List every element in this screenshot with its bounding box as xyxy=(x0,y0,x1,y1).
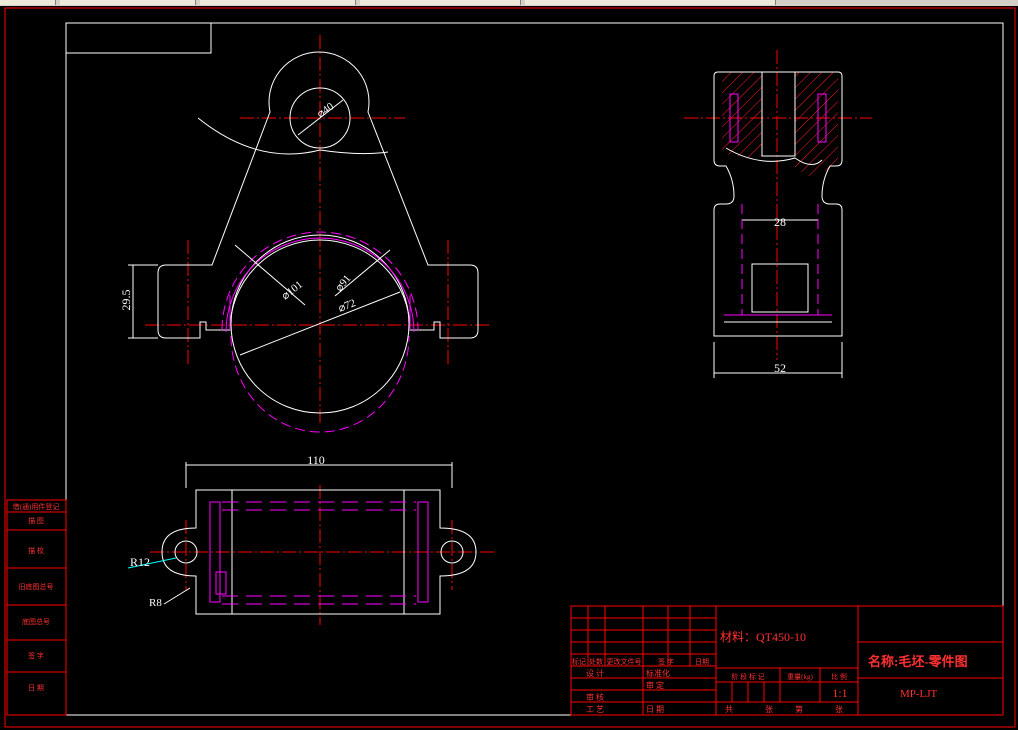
header-cell: 签 字 xyxy=(658,657,674,666)
toolbar-segment[interactable] xyxy=(200,0,356,5)
toolbar-segment[interactable] xyxy=(0,0,56,5)
cad-drawing-canvas[interactable]: 借(通)用件登记 描 图 描 校 旧底图总号 底图总号 签 字 日 期 ⌀40 … xyxy=(0,6,1018,730)
dim-radius-8-label: R8 xyxy=(149,597,162,609)
sheet-label: 共 xyxy=(725,705,733,714)
row-label: 标准化 xyxy=(646,668,670,678)
stage-label: 比 例 xyxy=(831,672,847,681)
row-label: 工 艺 xyxy=(586,705,604,714)
row-label: 审 核 xyxy=(586,692,604,702)
header-cell: 更改文件号 xyxy=(607,657,642,666)
sheet-label: 张 xyxy=(765,705,773,714)
dim-radius-12-label: R12 xyxy=(130,555,150,569)
material-label: 材料：QT450-10 xyxy=(720,630,806,644)
row-label: 日 期 xyxy=(646,705,664,714)
dim-side-52-label: 52 xyxy=(774,361,786,375)
toolbar-segment[interactable] xyxy=(60,0,196,5)
header-cell: 日期 xyxy=(695,658,709,666)
left-table-label: 旧底图总号 xyxy=(19,582,54,591)
stage-label: 阶 段 标 记 xyxy=(731,672,764,681)
left-table-label: 描 校 xyxy=(28,546,44,555)
part-name-label: 名称:毛坯-零件图 xyxy=(868,654,968,669)
dim-side-28-label: 28 xyxy=(774,215,786,229)
header-cell: 处数 xyxy=(589,657,603,666)
drawing-number-label: MP-LJT xyxy=(900,688,938,700)
row-label: 审 定 xyxy=(646,680,664,690)
stage-label: 重量(kg) xyxy=(787,673,813,681)
sheet-label: 第 xyxy=(795,704,803,714)
dim-height-29-5-label: 29.5 xyxy=(119,290,133,311)
row-label: 设 计 xyxy=(586,668,604,678)
side-view-hatch-left xyxy=(722,72,762,158)
toolbar-segment[interactable] xyxy=(525,0,776,5)
left-table-label: 签 字 xyxy=(28,651,44,660)
scale-value: 1:1 xyxy=(832,686,847,700)
header-cell: 标记 xyxy=(572,657,586,666)
left-table-label: 描 图 xyxy=(28,516,44,525)
sheet-label: 张 xyxy=(835,705,843,714)
dim-length-110-label: 110 xyxy=(307,453,325,467)
canvas-background xyxy=(0,6,1018,730)
left-table-label: 借(通)用件登记 xyxy=(13,502,60,511)
left-table-label: 日 期 xyxy=(28,684,44,692)
toolbar-segment[interactable] xyxy=(360,0,521,5)
left-table-label: 底图总号 xyxy=(22,617,50,626)
